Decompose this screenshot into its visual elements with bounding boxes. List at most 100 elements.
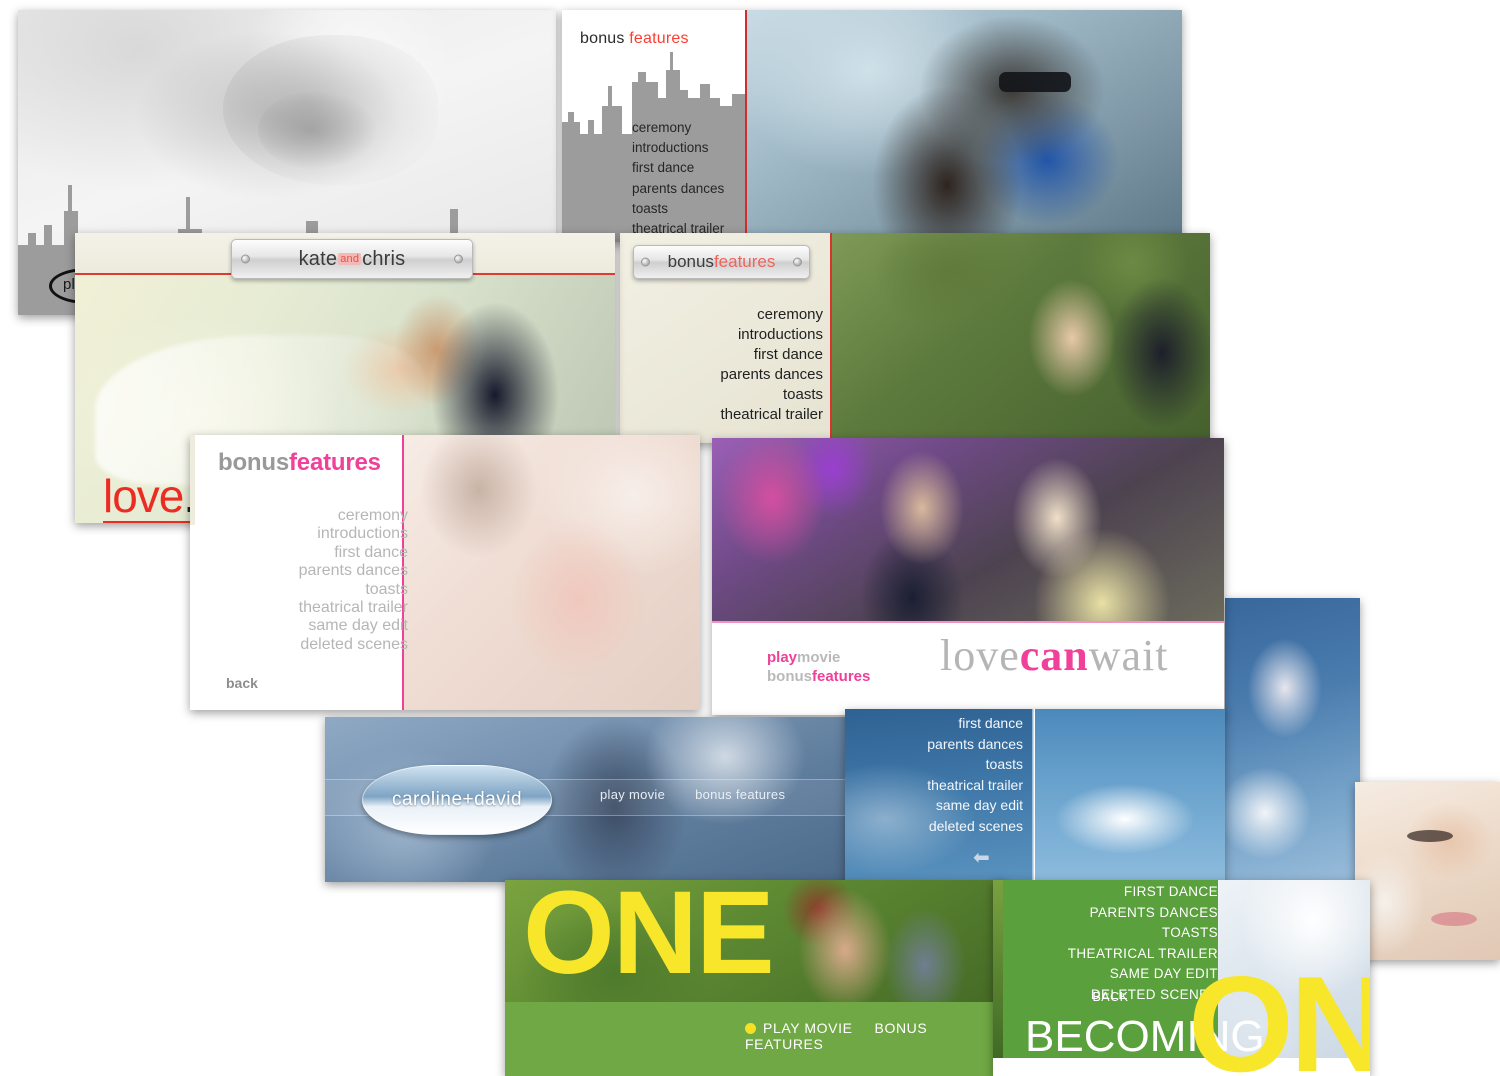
menu-item[interactable]: first dance [632,158,724,178]
heading-light: bonus [580,30,630,47]
nameplate-text: kate and chris [232,240,472,278]
panel-love-can-wait: playmovie bonusfeatures lovecanwait [712,438,1224,715]
bonus-features-button[interactable]: bonus features [695,787,785,802]
menu-nav-love-can-wait: playmovie bonusfeatures [767,648,870,686]
play-bold: play [767,649,798,666]
menu-item[interactable]: PARENTS DANCES [1003,903,1218,924]
menu-item[interactable]: toasts [845,754,1023,775]
couple-nameplate: kate and chris [231,239,473,279]
bonus-features-heading: bonusfeatures [218,449,381,477]
bonus-menu-skyline: ceremony introductions first dance paren… [632,118,724,239]
nameplate-text: bonus features [634,246,809,278]
bonus-features-button[interactable]: bonusfeatures [767,667,870,686]
play-movie-button[interactable]: playmovie [767,648,870,667]
bonus-menu-kraft: ceremony introductions first dance paren… [628,305,823,425]
menu-item[interactable]: toasts [632,199,724,219]
menu-item[interactable]: TOASTS [1003,923,1218,944]
menu-item[interactable]: first dance [628,345,823,365]
becoming-one-nav: PLAY MOVIE BONUS FEATURES [745,1020,1005,1052]
bride-closeup-photo [404,435,700,710]
sunglasses-shape [999,72,1071,92]
panel-bride-closeup-right [1355,782,1500,960]
bonus-light: bonus [767,668,812,685]
lips-shape [1431,912,1477,926]
menu-item[interactable]: toasts [628,385,823,405]
back-button[interactable]: back [226,675,258,691]
menu-item[interactable]: parents dances [845,734,1023,755]
becoming-one-photo: ONE [505,880,1005,1002]
love-can-wait-menu-bar: playmovie bonusfeatures lovecanwait [712,623,1224,715]
menu-item[interactable]: introductions [190,525,408,543]
bonus-features-heading: bonus features [580,30,689,48]
menu-item[interactable]: parents dances [190,562,408,580]
menu-item[interactable]: introductions [628,325,823,345]
selection-dot-icon [745,1023,756,1034]
badge-label: caroline+david [391,789,523,810]
title-love-can-wait: lovecanwait [940,630,1169,681]
menu-item[interactable]: theatrical trailer [628,405,823,425]
play-movie-button[interactable]: PLAY MOVIE [763,1020,853,1036]
menu-item[interactable]: first dance [845,713,1023,734]
tagline-accent: love [103,470,184,522]
heading-accent: features [629,30,689,47]
plate-accent: features [713,252,776,271]
panel-becoming-one-bonus: FIRST DANCE PARENTS DANCES TOASTS THEATR… [993,880,1370,1076]
one-word-overlay: ONE [523,880,775,999]
couple-photo-skyline-bonus [747,10,1182,242]
menu-item[interactable]: ceremony [628,305,823,325]
bonus-accent: features [812,668,871,685]
name-second: chris [362,247,406,270]
vertical-divider [1032,709,1034,882]
heading-light: bonus [218,449,289,476]
panel-becoming-one-main: ONE PLAY MOVIE BONUS FEATURES [505,880,1005,1076]
menu-item[interactable]: ceremony [632,118,724,138]
name-joiner: and [338,253,362,265]
panel-white-bonus: bonusfeatures ceremony introductions fir… [190,435,700,710]
panel-kraft-bonus: bonus features ceremony introductions fir… [620,233,1210,443]
bonus-menu-blue: first dance parents dances toasts theatr… [845,713,1023,836]
blue-sky-menu-pane: first dance parents dances toasts theatr… [845,709,1033,882]
title-word-wait: wait [1088,631,1169,680]
bonus-menu-green: FIRST DANCE PARENTS DANCES TOASTS THEATR… [1003,882,1218,1005]
name-first: kate [298,247,338,270]
menu-item[interactable]: parents dances [628,365,823,385]
menu-item[interactable]: first dance [190,544,408,562]
green-menu-pane: FIRST DANCE PARENTS DANCES TOASTS THEATR… [1003,880,1265,1059]
couple-photo-kraft [832,233,1210,443]
couple-badge: caroline+david [362,765,552,835]
bonus-features-nameplate: bonus features [633,245,810,279]
panel-blue-bonus: first dance parents dances toasts theatr… [845,709,1225,882]
back-button[interactable]: BACK [1003,990,1218,1004]
play-rest: movie [797,649,841,666]
back-arrow-icon[interactable]: ⬅ [973,845,990,870]
one-word-large: ON [1188,948,1370,1076]
vertical-red-rule [745,10,747,242]
menu-item[interactable]: deleted scenes [845,816,1023,837]
title-word-can: can [1019,631,1089,680]
menu-item[interactable]: same day edit [845,795,1023,816]
panel-caroline-david: caroline+david play movie bonus features [325,717,845,882]
menu-item[interactable]: introductions [632,138,724,158]
menu-item[interactable]: theatrical trailer [190,599,408,617]
play-movie-button[interactable]: play movie [600,787,665,802]
caroline-david-nav: play movie bonus features [600,787,811,802]
title-word-love: love [940,631,1020,680]
menu-item[interactable]: ceremony [190,507,408,525]
menu-item[interactable]: THEATRICAL TRAILER [1003,944,1218,965]
vertical-red-rule [830,233,832,443]
menu-item[interactable]: same day edit [190,617,408,635]
sunset-couple-photo [1035,709,1225,882]
menu-item[interactable]: FIRST DANCE [1003,882,1218,903]
menu-item[interactable]: parents dances [632,179,724,199]
menu-item[interactable]: SAME DAY EDIT [1003,964,1218,985]
menu-item[interactable]: theatrical trailer [845,775,1023,796]
plate-light: bonus [667,252,714,271]
heading-accent: features [289,449,381,476]
panel-blue-veiled-bride [1225,598,1360,888]
left-green-strip [993,880,1003,1058]
eye-shape [1407,830,1453,842]
ceremony-photo [712,438,1224,623]
bonus-menu-white: ceremony introductions first dance paren… [190,507,408,654]
menu-item[interactable]: toasts [190,581,408,599]
menu-item[interactable]: deleted scenes [190,636,408,654]
